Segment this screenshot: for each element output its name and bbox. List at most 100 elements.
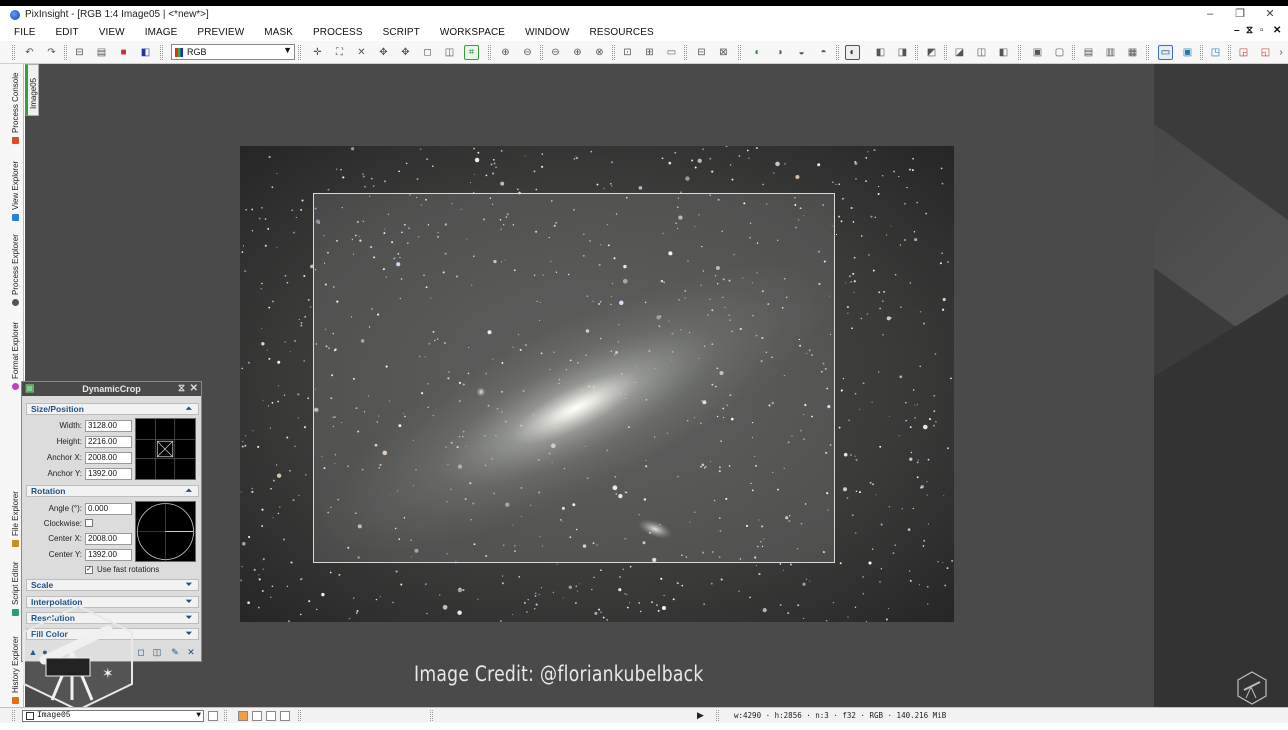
menu-workspace[interactable]: WORKSPACE — [440, 27, 505, 38]
import-icon[interactable]: ◱ — [1258, 45, 1273, 60]
stf-auto-icon[interactable]: ◨ — [895, 45, 910, 60]
workspace-4-icon[interactable]: ▥ — [1103, 45, 1118, 60]
redo-icon[interactable]: ↷ — [44, 45, 59, 60]
tab-format-explorer[interactable]: Format Explorer — [11, 322, 20, 390]
cascade-icon[interactable]: ⊠ — [716, 45, 731, 60]
menu-script[interactable]: SCRIPT — [383, 27, 420, 38]
view-selector[interactable]: Image05 ▼ — [22, 710, 204, 722]
mdi-minimize-button[interactable]: – — [1234, 25, 1240, 36]
rgb-channel-icon[interactable]: ■ — [116, 45, 131, 60]
mask-slot-icon[interactable] — [266, 711, 276, 721]
mdi-shade-button[interactable]: ⧖ — [1246, 25, 1253, 36]
fit-height-icon[interactable]: ⊞ — [642, 45, 657, 60]
restore-button[interactable]: ❐ — [1226, 6, 1254, 23]
mask-remove-icon[interactable]: ◓ — [816, 45, 831, 60]
toolbar-separator — [540, 45, 543, 60]
mask-slot-icon[interactable] — [252, 711, 262, 721]
zoom-out-icon[interactable]: ⊖ — [520, 45, 535, 60]
close-icon[interactable]: ✕ — [190, 383, 198, 394]
screen-icon[interactable]: ◳ — [1208, 45, 1223, 60]
mdi-restore-button[interactable]: ▫ — [1260, 25, 1264, 36]
stf-reset-icon[interactable]: ◩ — [924, 45, 939, 60]
stf-active-icon[interactable]: ◐ — [845, 45, 860, 60]
pan-icon[interactable]: ✥ — [376, 45, 391, 60]
close-window-button[interactable]: ✕ — [1256, 6, 1284, 23]
zoom-icon[interactable]: ⊖ — [548, 45, 563, 60]
export-icon[interactable]: ◲ — [1236, 45, 1251, 60]
center-x-field[interactable]: 2008.00 — [85, 533, 132, 545]
levels-icon[interactable]: ◧ — [996, 45, 1011, 60]
mask-slot-icon[interactable] — [280, 711, 290, 721]
move-icon[interactable]: ✛ — [310, 45, 325, 60]
section-scale[interactable]: Scale ⏷ — [26, 579, 199, 591]
anchor-preview-grid[interactable] — [135, 418, 196, 480]
minimize-button[interactable]: – — [1196, 6, 1224, 23]
reset-icon[interactable]: ✕ — [186, 647, 196, 657]
curves-icon[interactable]: ◫ — [974, 45, 989, 60]
mask-enable-icon[interactable]: ◐ — [750, 45, 765, 60]
width-field[interactable]: 3128.00 — [85, 420, 132, 432]
mask-show-icon[interactable]: ◑ — [772, 45, 787, 60]
zoom-fit-window-icon[interactable]: ⊗ — [592, 45, 607, 60]
fit-window-icon[interactable]: ⊡ — [620, 45, 635, 60]
tab-view-explorer[interactable]: View Explorer — [11, 161, 20, 221]
display-icon[interactable]: ▣ — [1180, 45, 1195, 60]
menu-resources[interactable]: RESOURCES — [590, 27, 654, 38]
crop-selection-rectangle[interactable] — [313, 193, 835, 563]
preview-mode-icon[interactable]: ◫ — [442, 45, 457, 60]
zoom-1-1-icon[interactable]: ⊕ — [570, 45, 585, 60]
crop-mode-icon[interactable]: ⌗ — [464, 45, 479, 60]
color-balance-icon[interactable]: ◧ — [138, 45, 153, 60]
workspace-3-icon[interactable]: ▤ — [1081, 45, 1096, 60]
workspace-2-icon[interactable]: ▢ — [1052, 45, 1067, 60]
menu-process[interactable]: PROCESS — [313, 27, 363, 38]
rotation-dial[interactable] — [135, 501, 196, 562]
dynamic-crop-titlebar[interactable]: ▣ DynamicCrop ⧖ ✕ — [22, 382, 201, 396]
monitor-icon[interactable]: ▭ — [1158, 45, 1173, 60]
stf-link-icon[interactable]: ◧ — [873, 45, 888, 60]
mask-invert-icon[interactable]: ◒ — [794, 45, 809, 60]
anchor-x-field[interactable]: 2008.00 — [85, 452, 132, 464]
fast-rotations-checkbox[interactable]: ✓ — [85, 566, 93, 574]
angle-field[interactable]: 0.000 — [85, 503, 132, 515]
image-window-tab[interactable]: Image05 — [25, 64, 39, 116]
section-size-position[interactable]: Size/Position ⏶ — [26, 403, 199, 415]
play-icon[interactable]: ▶ — [697, 710, 704, 721]
zoom-fit-icon[interactable]: ✕ — [354, 45, 369, 60]
clockwise-checkbox[interactable] — [85, 519, 93, 527]
menu-window[interactable]: WINDOW — [525, 27, 569, 38]
screen-transfer-icon[interactable]: ⊟ — [72, 45, 87, 60]
histogram-icon[interactable]: ◪ — [952, 45, 967, 60]
menu-file[interactable]: FILE — [14, 27, 36, 38]
tab-file-explorer[interactable]: File Explorer — [11, 491, 20, 547]
view-options-icon[interactable] — [208, 711, 218, 721]
fit-width-icon[interactable]: ▭ — [664, 45, 679, 60]
section-rotation[interactable]: Rotation ⏶ — [26, 485, 199, 497]
preferences-icon[interactable]: ✎ — [170, 647, 180, 657]
tab-process-explorer[interactable]: Process Explorer — [11, 234, 20, 306]
zoom-in-icon[interactable]: ⊕ — [498, 45, 513, 60]
workspace-1-icon[interactable]: ▣ — [1030, 45, 1045, 60]
menu-image[interactable]: IMAGE — [145, 27, 178, 38]
menu-edit[interactable]: EDIT — [56, 27, 79, 38]
center-icon[interactable]: ✥ — [398, 45, 413, 60]
undo-icon[interactable]: ↶ — [22, 45, 37, 60]
new-image-icon[interactable]: ▤ — [94, 45, 109, 60]
menu-view[interactable]: VIEW — [99, 27, 125, 38]
center-y-field[interactable]: 1392.00 — [85, 549, 132, 561]
tab-process-console[interactable]: Process Console — [11, 73, 20, 144]
fit-view-icon[interactable]: ⛶ — [332, 45, 347, 60]
menu-preview[interactable]: PREVIEW — [197, 27, 244, 38]
menu-mask[interactable]: MASK — [264, 27, 293, 38]
anchor-y-field[interactable]: 1392.00 — [85, 468, 132, 480]
height-field[interactable]: 2216.00 — [85, 436, 132, 448]
shade-icon[interactable]: ⧖ — [178, 383, 185, 394]
channel-select[interactable]: RGB ▼ — [171, 44, 295, 60]
mask-color-icon[interactable] — [238, 711, 248, 721]
track-view-icon[interactable]: ◫ — [152, 647, 162, 657]
explorer-window-icon[interactable]: ⊟ — [694, 45, 709, 60]
toolbar-overflow-icon[interactable]: › — [1276, 45, 1286, 60]
readout-icon[interactable]: ◻ — [420, 45, 435, 60]
mdi-close-button[interactable]: ✕ — [1273, 25, 1281, 36]
workspace-5-icon[interactable]: ▦ — [1125, 45, 1140, 60]
